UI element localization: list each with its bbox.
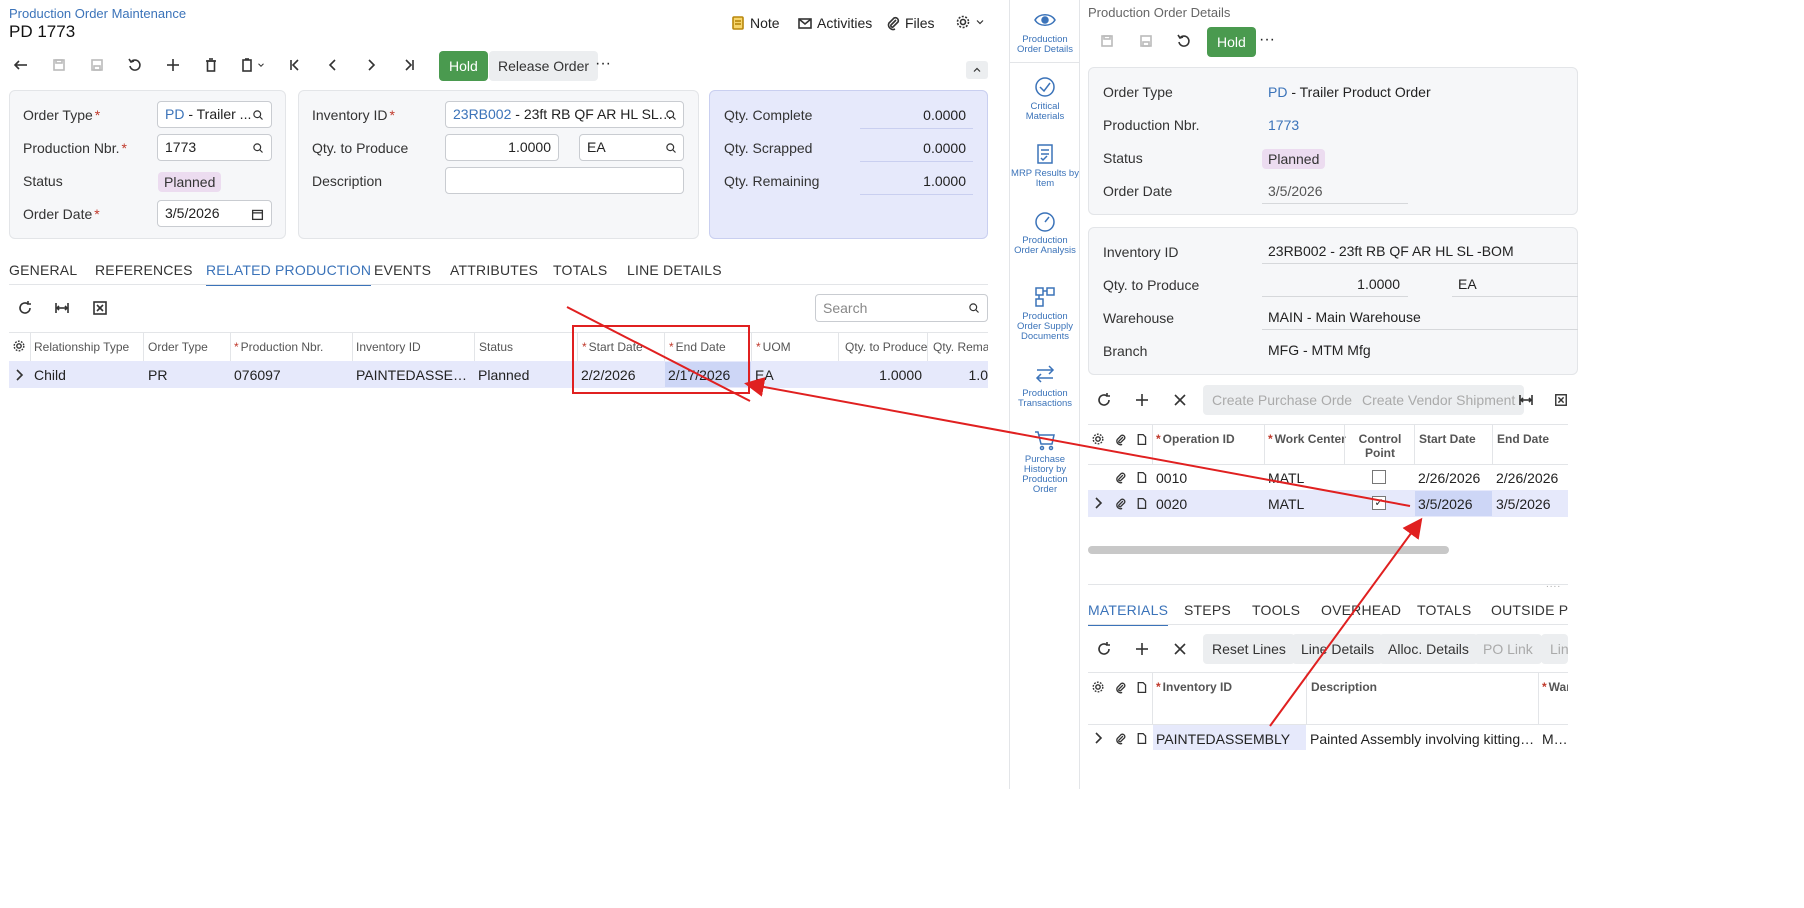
highlight-box <box>572 325 750 394</box>
annotation-arrow-to-end-date <box>744 377 1411 507</box>
annotation-arrow-to-start-date <box>1269 517 1423 727</box>
annotation-overlay <box>566 306 1423 727</box>
annotation-strike-line <box>566 306 751 402</box>
